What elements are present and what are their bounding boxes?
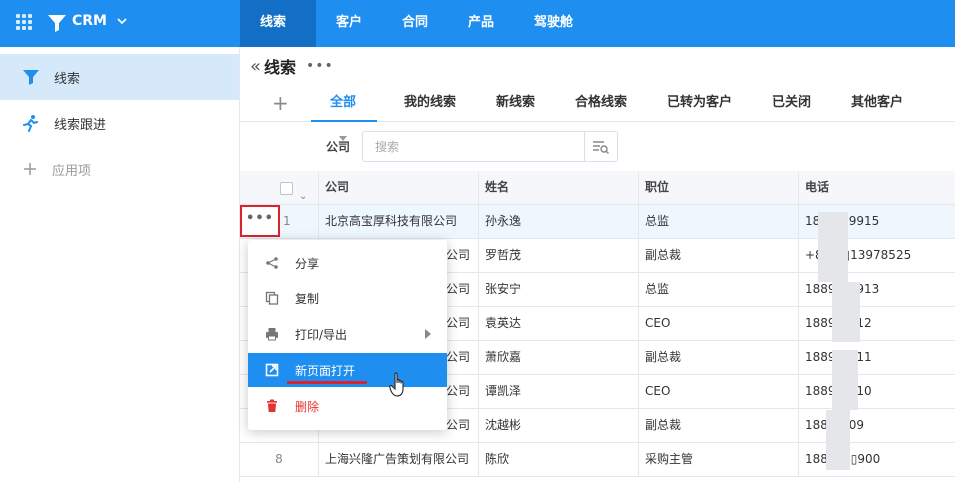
column-header-phone[interactable]: 电话 bbox=[798, 171, 955, 205]
column-header-position[interactable]: 职位 bbox=[638, 171, 798, 205]
redaction-mask bbox=[826, 410, 850, 470]
cell-name: 袁英达 bbox=[478, 307, 638, 341]
menu-item-label: 新页面打开 bbox=[295, 363, 356, 378]
cell-phone: 1889▯▯910 bbox=[798, 375, 955, 409]
hand-cursor-icon bbox=[389, 372, 404, 397]
cell-name: 张安宁 bbox=[478, 273, 638, 307]
running-icon bbox=[23, 115, 38, 132]
menu-item-label: 删除 bbox=[295, 399, 320, 414]
cell-phone: 188990▯900 bbox=[798, 443, 955, 477]
menu-item-share[interactable]: 分享 bbox=[248, 246, 447, 280]
funnel-icon bbox=[48, 15, 66, 32]
top-bar: CRM 线索 客户 合同 产品 驾驶舱 bbox=[0, 0, 955, 47]
highlight-underline bbox=[287, 381, 367, 384]
cell-phone: 188▯▯909 bbox=[798, 409, 955, 443]
cell-position: CEO bbox=[638, 307, 798, 341]
menu-item-label: 打印/导出 bbox=[295, 327, 348, 342]
nav-products[interactable]: 产品 bbox=[448, 0, 514, 47]
tab-all[interactable]: 全部 bbox=[311, 84, 377, 141]
cell-name: 谭凯泽 bbox=[478, 375, 638, 409]
more-icon[interactable]: ••• bbox=[306, 58, 334, 74]
cell-company: 上海兴隆广告策划有限公司 bbox=[318, 443, 478, 477]
plus-icon bbox=[24, 163, 36, 175]
sidebar-item-label: 线索跟进 bbox=[54, 117, 107, 133]
nav-contracts[interactable]: 合同 bbox=[382, 0, 448, 47]
page-header: « 线索 ••• bbox=[250, 54, 334, 78]
nav-cockpit[interactable]: 驾驶舱 bbox=[514, 0, 593, 47]
cell-name: 陈欣 bbox=[478, 443, 638, 477]
tab-converted[interactable]: 已转为客户 bbox=[667, 84, 732, 122]
select-all-checkbox[interactable] bbox=[280, 182, 293, 195]
chevron-down-icon[interactable]: ⌄ bbox=[299, 180, 307, 205]
search-box bbox=[362, 131, 618, 162]
cell-position: 副总裁 bbox=[638, 409, 798, 443]
tab-label: 全部 bbox=[330, 95, 357, 110]
cell-name: 罗哲茂 bbox=[478, 239, 638, 273]
cell-position: 总监 bbox=[638, 273, 798, 307]
select-all-cell: ⌄ bbox=[240, 171, 318, 205]
sidebar: 线索 线索跟进 应用项 bbox=[0, 47, 240, 482]
cell-company: 北京高宝厚科技有限公司 bbox=[318, 205, 478, 239]
table-header: ⌄ 公司 姓名 职位 电话 bbox=[240, 171, 955, 205]
menu-item-delete[interactable]: 删除 bbox=[248, 389, 447, 423]
cell-position: 采购主管 bbox=[638, 443, 798, 477]
row-more-button[interactable]: ••• bbox=[240, 205, 280, 237]
sidebar-item-apps[interactable]: 应用项 bbox=[0, 146, 239, 192]
row-index: 8 bbox=[275, 452, 283, 466]
filter-search-button[interactable] bbox=[584, 132, 617, 161]
tab-other-customers[interactable]: 其他客户 bbox=[851, 84, 903, 122]
sidebar-item-lead-followup[interactable]: 线索跟进 bbox=[0, 100, 239, 146]
redaction-mask bbox=[832, 350, 858, 410]
menu-item-label: 复制 bbox=[295, 291, 320, 306]
print-icon bbox=[266, 328, 278, 341]
copy-icon bbox=[265, 291, 279, 305]
cell-phone: 1889▯▯912 bbox=[798, 307, 955, 341]
cell-position: 副总裁 bbox=[638, 341, 798, 375]
cell-name: 孙永逸 bbox=[478, 205, 638, 239]
cell-phone: 1889▯▯911 bbox=[798, 341, 955, 375]
row-index: 1 bbox=[283, 214, 291, 228]
redaction-mask bbox=[832, 282, 860, 342]
app-grid-icon[interactable] bbox=[16, 14, 32, 30]
nav-customers[interactable]: 客户 bbox=[316, 0, 382, 47]
cell-name: 沈越彬 bbox=[478, 409, 638, 443]
chevron-down-icon[interactable] bbox=[116, 15, 128, 27]
sidebar-item-leads[interactable]: 线索 bbox=[0, 54, 239, 100]
menu-item-label: 分享 bbox=[295, 256, 320, 271]
cell-position: CEO bbox=[638, 375, 798, 409]
company-filter: 公司 bbox=[326, 131, 618, 162]
more-icon: ••• bbox=[246, 210, 274, 226]
submenu-arrow-icon bbox=[425, 329, 431, 339]
delete-icon bbox=[267, 399, 277, 412]
list-search-icon bbox=[593, 140, 609, 154]
column-header-name[interactable]: 姓名 bbox=[478, 171, 638, 205]
sidebar-item-label: 应用项 bbox=[52, 163, 92, 179]
filter-label: 公司 bbox=[326, 140, 351, 154]
page-title: 线索 bbox=[264, 58, 297, 77]
main-nav: 线索 客户 合同 产品 驾驶舱 bbox=[240, 0, 593, 47]
redaction-mask bbox=[818, 212, 848, 282]
share-icon bbox=[266, 257, 278, 269]
tab-my-leads[interactable]: 我的线索 bbox=[404, 84, 456, 122]
menu-item-print-export[interactable]: 打印/导出 bbox=[248, 317, 447, 351]
menu-item-copy[interactable]: 复制 bbox=[248, 281, 447, 315]
tab-new-leads[interactable]: 新线索 bbox=[496, 84, 535, 122]
cell-position: 总监 bbox=[638, 205, 798, 239]
row-context-menu: 分享 复制 打印/导出 新页面打开 删除 bbox=[248, 240, 447, 430]
open-new-icon bbox=[265, 363, 279, 377]
tab-closed[interactable]: 已关闭 bbox=[772, 84, 811, 122]
cell-name: 萧欣嘉 bbox=[478, 341, 638, 375]
brand-name[interactable]: CRM bbox=[72, 13, 107, 29]
filter-tabs: + 全部 我的线索 新线索 合格线索 已转为客户 已关闭 其他客户 bbox=[240, 84, 955, 141]
brand-area: CRM bbox=[0, 0, 240, 47]
sidebar-item-label: 线索 bbox=[54, 71, 81, 87]
column-header-company[interactable]: 公司 bbox=[318, 171, 478, 205]
add-tab-icon[interactable]: + bbox=[272, 91, 289, 115]
search-input[interactable] bbox=[363, 132, 584, 161]
collapse-icon[interactable]: « bbox=[250, 56, 261, 77]
nav-leads[interactable]: 线索 bbox=[240, 0, 316, 47]
cell-position: 副总裁 bbox=[638, 239, 798, 273]
funnel-icon bbox=[23, 70, 39, 85]
tab-qualified-leads[interactable]: 合格线索 bbox=[575, 84, 627, 122]
